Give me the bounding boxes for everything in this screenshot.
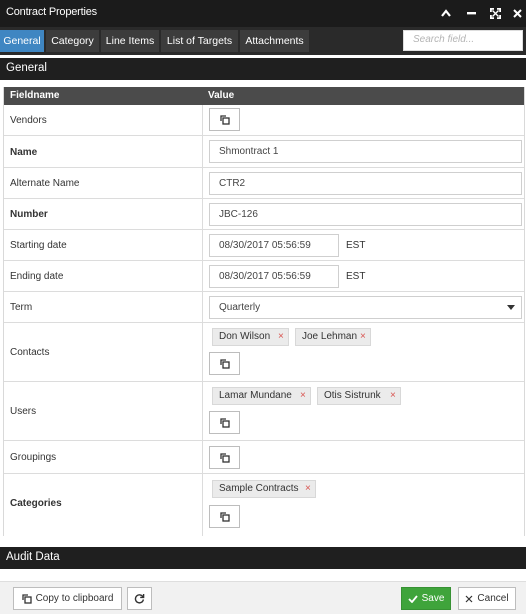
field-row-alternate-name: Alternate Name CTR2 <box>4 168 524 199</box>
term-value: Quarterly <box>219 302 261 313</box>
copy-to-clipboard-button[interactable]: Copy to clipboard <box>13 587 122 610</box>
field-row-vendors: Vendors <box>4 105 524 136</box>
remove-icon[interactable]: × <box>305 483 311 494</box>
field-row-term: Term Quarterly <box>4 292 524 323</box>
chevron-up-icon <box>441 9 451 17</box>
category-chip: Sample Contracts × <box>212 480 316 498</box>
chip-label: Otis Sistrunk <box>324 390 381 401</box>
cancel-button[interactable]: Cancel <box>458 587 516 610</box>
contact-chip: Joe Lehman × <box>295 328 371 346</box>
title-bar: Contract Properties <box>0 0 526 27</box>
col-value: Value <box>208 90 235 101</box>
field-row-number: Number JBC-126 <box>4 199 524 230</box>
groupings-picker-button[interactable] <box>209 446 240 469</box>
field-label: Contacts <box>10 347 50 358</box>
user-chip: Otis Sistrunk × <box>317 387 401 405</box>
chip-label: Sample Contracts <box>219 483 299 494</box>
starting-date-field[interactable]: 08/30/2017 05:56:59 <box>209 234 339 257</box>
search-input[interactable]: Search field... <box>403 30 523 51</box>
copy-icon <box>219 511 230 522</box>
remove-icon[interactable]: × <box>300 390 306 401</box>
copy-icon <box>219 452 230 463</box>
close-icon <box>512 8 522 18</box>
contact-chip: Don Wilson × <box>212 328 289 346</box>
x-icon <box>465 595 473 602</box>
field-label: Term <box>10 302 33 313</box>
maximize-button[interactable] <box>486 4 504 22</box>
categories-picker-button[interactable] <box>209 505 240 528</box>
refresh-button[interactable] <box>127 587 152 610</box>
refresh-icon <box>134 594 145 604</box>
field-row-groupings: Groupings <box>4 441 524 474</box>
tab-list-of-targets[interactable]: List of Targets <box>161 30 239 52</box>
copy-label: Copy to clipboard <box>35 593 114 604</box>
field-label: Users <box>10 406 37 417</box>
field-row-name: Name Shmontract 1 <box>4 136 524 168</box>
chip-label: Joe Lehman <box>302 331 358 342</box>
name-field[interactable]: Shmontract 1 <box>209 140 522 163</box>
save-label: Save <box>421 593 445 604</box>
field-label: Groupings <box>10 452 57 463</box>
cancel-label: Cancel <box>477 593 509 604</box>
field-label: Alternate Name <box>10 178 80 189</box>
copy-icon <box>219 114 230 125</box>
vendors-picker-button[interactable] <box>209 108 240 131</box>
field-label: Vendors <box>10 115 47 126</box>
ending-date-field[interactable]: 08/30/2017 05:56:59 <box>209 265 339 288</box>
field-label: Name <box>10 147 38 158</box>
field-label: Starting date <box>10 240 67 251</box>
chip-label: Lamar Mundane <box>219 390 292 401</box>
tab-general[interactable]: General <box>0 30 45 52</box>
remove-icon[interactable]: × <box>390 390 396 401</box>
field-label: Number <box>10 209 48 220</box>
field-label: Ending date <box>10 271 64 282</box>
term-select[interactable]: Quarterly <box>209 296 522 319</box>
tab-line-items[interactable]: Line Items <box>101 30 160 52</box>
chip-label: Don Wilson <box>219 331 271 342</box>
user-chip: Lamar Mundane × <box>212 387 311 405</box>
field-row-users: Users Lamar Mundane × Otis Sistrunk × <box>4 382 524 441</box>
timezone-label: EST <box>346 240 366 251</box>
alternate-name-field[interactable]: CTR2 <box>209 172 522 195</box>
close-button[interactable] <box>508 4 526 22</box>
expand-icon <box>489 7 501 19</box>
minimize-button[interactable] <box>462 4 480 22</box>
remove-icon[interactable]: × <box>360 331 366 342</box>
users-picker-button[interactable] <box>209 411 240 434</box>
field-label: Categories <box>10 498 62 509</box>
contacts-picker-button[interactable] <box>209 352 240 375</box>
dialog-footer: Copy to clipboard Save Cancel <box>0 581 526 614</box>
field-row-contacts: Contacts Don Wilson × Joe Lehman × <box>4 323 524 382</box>
save-button[interactable]: Save <box>401 587 451 610</box>
col-fieldname: Fieldname <box>10 90 60 101</box>
copy-icon <box>219 358 230 369</box>
timezone-label: EST <box>346 271 366 282</box>
section-audit-data[interactable]: Audit Data <box>0 547 526 569</box>
tab-attachments[interactable]: Attachments <box>240 30 310 52</box>
grid-header: Fieldname Value <box>4 87 524 105</box>
number-field[interactable]: JBC-126 <box>209 203 522 226</box>
property-grid: Fieldname Value Vendors Name Shmontract … <box>3 87 525 536</box>
window-title: Contract Properties <box>6 6 97 18</box>
remove-icon[interactable]: × <box>278 331 284 342</box>
collapse-button[interactable] <box>437 4 455 22</box>
check-icon <box>407 594 418 603</box>
copy-icon <box>219 417 230 428</box>
field-row-categories: Categories Sample Contracts × <box>4 474 524 536</box>
caret-down-icon <box>507 305 515 310</box>
field-row-ending-date: Ending date 08/30/2017 05:56:59 EST <box>4 261 524 292</box>
field-row-starting-date: Starting date 08/30/2017 05:56:59 EST <box>4 230 524 261</box>
minus-icon <box>466 12 476 15</box>
section-general: General <box>0 58 526 80</box>
copy-icon <box>21 593 32 604</box>
tab-category[interactable]: Category <box>46 30 100 52</box>
